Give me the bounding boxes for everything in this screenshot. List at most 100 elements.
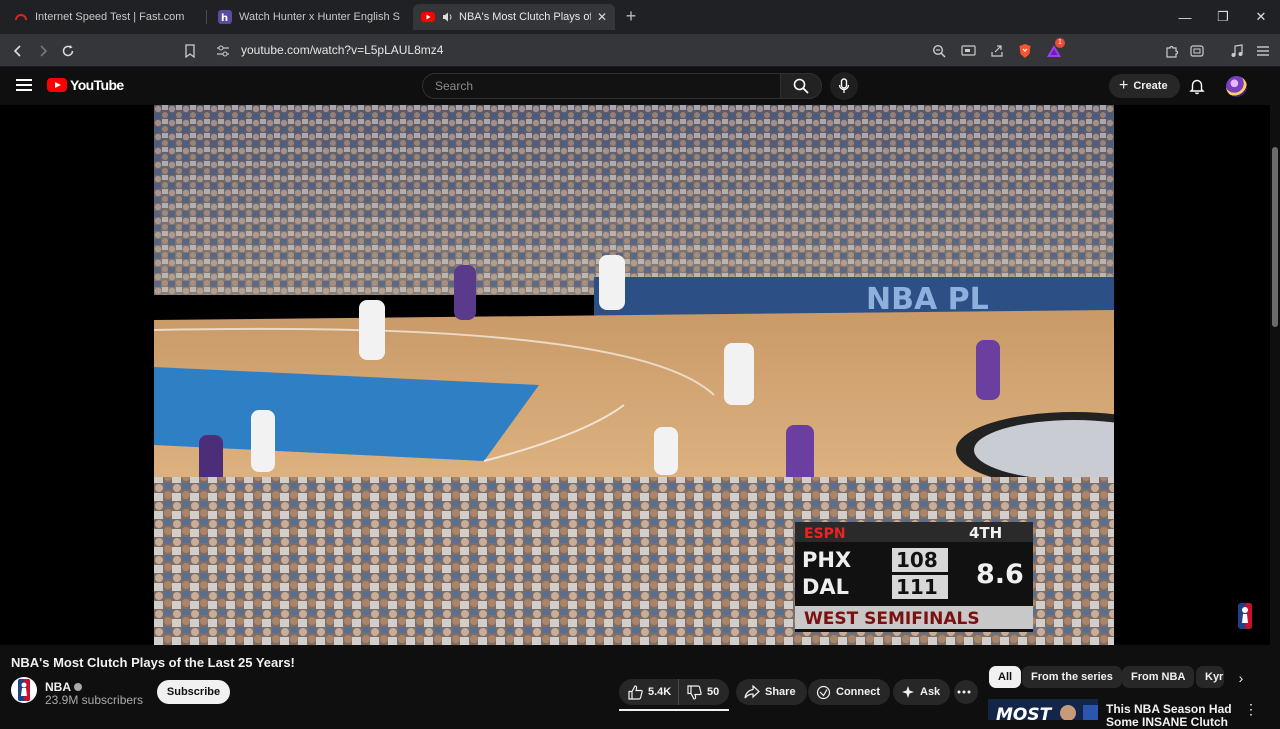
cast-icon[interactable] (959, 42, 977, 60)
menu-icon[interactable] (1254, 42, 1272, 60)
hamburger-icon[interactable] (16, 77, 32, 93)
forward-icon[interactable] (33, 41, 53, 61)
media-control-icon[interactable] (1228, 42, 1246, 60)
microphone-icon (838, 78, 850, 93)
channel-name-text: NBA (45, 680, 71, 694)
zoom-icon[interactable] (930, 42, 948, 60)
recommended-title-line2[interactable]: Some INSANE Clutch (1106, 715, 1228, 729)
scoreboard-clock: 8.6 (976, 559, 1024, 590)
more-horizontal-icon (957, 690, 970, 694)
fast-icon (14, 10, 28, 24)
video-frame[interactable]: NBA PL ESPN 4TH PHX 108 DAL 111 8.6 WEST… (154, 105, 1114, 645)
share-button[interactable]: Share (736, 679, 807, 705)
scoreboard-series: WEST SEMIFINALS (804, 609, 980, 629)
video-title: NBA's Most Clutch Plays of the Last 25 Y… (11, 655, 295, 670)
svg-text:h: h (221, 13, 228, 24)
back-icon[interactable] (8, 41, 28, 61)
extension-badge: 1 (1055, 38, 1065, 48)
search-input[interactable] (423, 74, 780, 98)
account-avatar[interactable] (1226, 76, 1247, 97)
site-settings-icon[interactable] (213, 41, 233, 61)
notifications-bell-icon[interactable] (1188, 77, 1206, 95)
extensions-icon[interactable] (1163, 42, 1181, 60)
more-vertical-icon[interactable]: ⋮ (1244, 702, 1258, 718)
scoreboard-team2: DAL (802, 575, 849, 599)
dislike-button[interactable]: 50 (679, 679, 719, 705)
speaker-icon[interactable] (442, 10, 454, 24)
tab-title: Watch Hunter x Hunter English Sub/Du (239, 11, 400, 23)
thumbs-up-icon (628, 684, 643, 700)
restore-button[interactable]: ❐ (1204, 0, 1242, 34)
progress-underline (619, 709, 729, 711)
create-label: Create (1133, 80, 1168, 92)
youtube-logo[interactable]: YouTube (47, 77, 124, 93)
create-button[interactable]: + Create (1109, 74, 1180, 98)
verified-icon (74, 682, 82, 691)
search-box (422, 73, 780, 99)
scoreboard-network: ESPN (804, 526, 846, 542)
plus-icon: + (1119, 77, 1129, 94)
like-count: 5.4K (648, 686, 672, 698)
subscribe-button[interactable]: Subscribe (157, 680, 230, 704)
scoreboard-quarter: 4TH (969, 524, 1002, 542)
youtube-header: YouTube + Create (0, 67, 1270, 105)
recommended-title[interactable]: This NBA Season Had (1106, 702, 1236, 716)
reload-icon[interactable] (58, 41, 78, 61)
tab-hunter[interactable]: h Watch Hunter x Hunter English Sub/Du (210, 4, 408, 30)
video-still: NBA PL ESPN 4TH PHX 108 DAL 111 8.6 WEST… (154, 105, 1114, 645)
brave-rewards-icon[interactable]: 1 (1045, 38, 1065, 60)
address-url[interactable]: youtube.com/watch?v=L5pLAUL8mz4 (241, 43, 443, 57)
scroll-thumb[interactable] (1272, 147, 1278, 327)
recommended-thumbnail[interactable]: MOST (988, 699, 1098, 720)
tab-youtube-active[interactable]: NBA's Most Clutch Plays of the Last ✕ (413, 4, 615, 30)
page-scrollbar[interactable] (1270, 67, 1280, 720)
h-icon: h (218, 10, 232, 24)
search-button[interactable] (780, 73, 822, 99)
search-icon (793, 78, 809, 94)
more-actions-button[interactable] (954, 680, 978, 704)
bookmark-icon[interactable] (180, 41, 200, 61)
close-tab-icon[interactable]: ✕ (597, 10, 607, 24)
scoreboard-score2: 111 (896, 575, 938, 599)
like-dislike-bar: 5.4K 50 (619, 679, 729, 705)
scoreboard-score1: 108 (896, 548, 938, 572)
chip-all[interactable]: All (989, 666, 1022, 688)
thumbnail-text: MOST (996, 705, 1053, 720)
sparkle-icon (902, 686, 914, 698)
chip-kyrie[interactable]: Kyr (1196, 666, 1224, 688)
browser-toolbar: youtube.com/watch?v=L5pLAUL8mz4 1 (0, 34, 1280, 67)
minimize-button[interactable]: — (1166, 0, 1204, 34)
youtube-icon (421, 10, 435, 24)
nba-logo-icon (1238, 603, 1252, 629)
ask-label: Ask (920, 686, 941, 698)
video-player[interactable]: NBA PL ESPN 4TH PHX 108 DAL 111 8.6 WEST… (0, 105, 1270, 645)
browser-tab-bar: Internet Speed Test | Fast.com h Watch H… (0, 0, 1280, 34)
thumbs-down-icon (687, 684, 702, 700)
tab-title: NBA's Most Clutch Plays of the Last (459, 11, 591, 23)
chevron-right-icon[interactable]: › (1232, 669, 1250, 687)
connect-label: Connect (836, 686, 880, 698)
share-icon (744, 685, 760, 699)
ask-button[interactable]: Ask (893, 679, 951, 705)
close-window-button[interactable]: ✕ (1242, 0, 1280, 34)
scoreboard-team1: PHX (802, 548, 851, 572)
tab-title: Internet Speed Test | Fast.com (35, 11, 185, 23)
subscriber-count: 23.9M subscribers (45, 693, 144, 707)
youtube-play-icon (47, 78, 67, 92)
youtube-wordmark: YouTube (70, 77, 124, 93)
wallet-icon[interactable] (1188, 42, 1206, 60)
voice-search-button[interactable] (830, 72, 858, 100)
like-button[interactable]: 5.4K (619, 679, 679, 705)
chip-from-series[interactable]: From the series (1022, 666, 1122, 688)
channel-name[interactable]: NBA (45, 680, 82, 694)
new-tab-button[interactable]: + (621, 7, 641, 27)
scoreboard: ESPN 4TH PHX 108 DAL 111 8.6 WEST SEMIFI… (795, 522, 1033, 632)
tab-fast[interactable]: Internet Speed Test | Fast.com (6, 4, 204, 30)
share-label: Share (765, 686, 796, 698)
connect-button[interactable]: Connect (808, 679, 890, 705)
chip-from-nba[interactable]: From NBA (1122, 666, 1195, 688)
brave-shield-icon[interactable] (1016, 42, 1034, 60)
channel-avatar[interactable] (11, 677, 37, 703)
dislike-count: 50 (707, 686, 720, 698)
share-page-icon[interactable] (988, 42, 1006, 60)
